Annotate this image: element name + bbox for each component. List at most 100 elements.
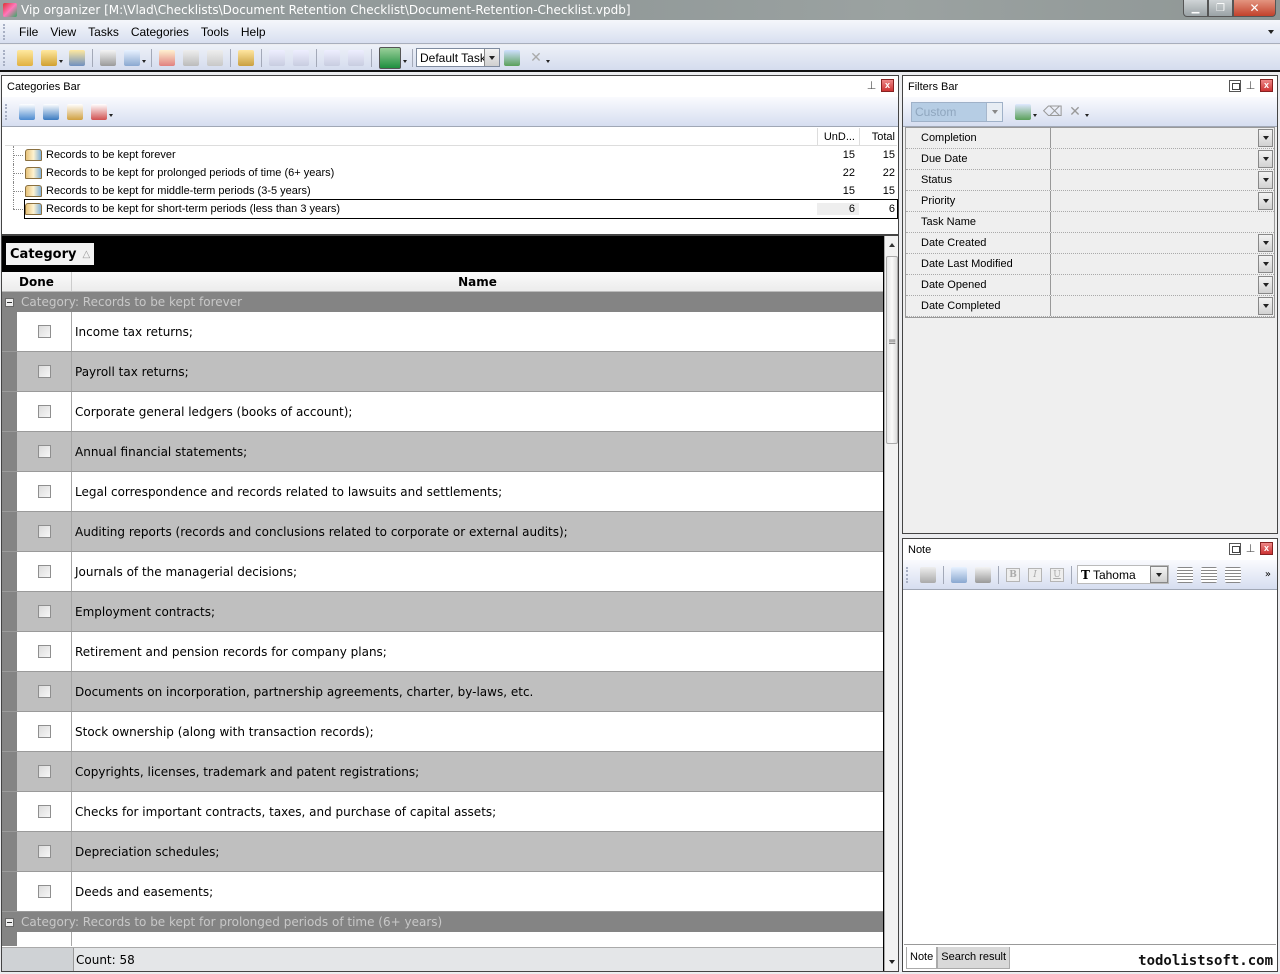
column-done[interactable]: Done xyxy=(2,272,72,291)
move-top-icon[interactable] xyxy=(348,49,364,66)
column-undone[interactable]: UnD... xyxy=(817,128,859,145)
done-checkbox[interactable] xyxy=(37,525,51,538)
task-row[interactable]: Copyrights, licenses, trademark and pate… xyxy=(2,752,883,792)
filter-row[interactable]: Date Completed xyxy=(906,296,1274,317)
categories-toolbar-overflow-icon[interactable] xyxy=(109,114,113,117)
menu-overflow-icon[interactable] xyxy=(1268,30,1274,34)
grid-scrollbar[interactable] xyxy=(884,236,898,971)
print-dropdown-icon[interactable] xyxy=(142,60,146,63)
filter-dropdown[interactable] xyxy=(1258,150,1273,168)
float-panel-icon[interactable] xyxy=(1229,79,1241,92)
category-item[interactable]: Records to be kept for short-term period… xyxy=(13,199,898,219)
handshake-icon[interactable] xyxy=(238,49,254,66)
filter-dropdown[interactable] xyxy=(1258,192,1273,210)
pin-icon[interactable]: ⊥ xyxy=(865,79,878,92)
scroll-down-button[interactable] xyxy=(885,953,898,971)
task-row[interactable]: Income tax returns; xyxy=(2,312,883,352)
italic-button[interactable]: I xyxy=(1028,567,1042,582)
filter-dropdown[interactable] xyxy=(1258,234,1273,252)
align-left-icon[interactable] xyxy=(1177,566,1193,583)
menu-grip[interactable] xyxy=(3,23,7,40)
done-checkbox[interactable] xyxy=(37,605,51,618)
filter-dropdown[interactable] xyxy=(1258,171,1273,189)
pin-icon[interactable]: ⊥ xyxy=(1244,542,1257,555)
group-by-chip[interactable]: Category △ xyxy=(6,243,95,265)
done-checkbox[interactable] xyxy=(37,325,51,338)
filter-value[interactable] xyxy=(1051,275,1274,295)
scroll-thumb[interactable] xyxy=(886,256,898,444)
task-row[interactable]: Depreciation schedules; xyxy=(2,832,883,872)
collapse-icon[interactable] xyxy=(5,297,14,307)
clear-filter-icon[interactable]: ✕ xyxy=(1067,104,1083,120)
filter-value[interactable] xyxy=(1051,254,1274,274)
filter-row[interactable]: Task Name xyxy=(906,212,1274,233)
task-row[interactable]: Legal correspondence and records related… xyxy=(2,472,883,512)
filter-row[interactable]: Priority xyxy=(906,191,1274,212)
task-row-partial[interactable] xyxy=(2,932,883,946)
move-bottom-icon[interactable] xyxy=(324,49,340,66)
group-row[interactable]: Category: Records to be kept forever xyxy=(2,292,883,312)
group-row[interactable]: Category: Records to be kept for prolong… xyxy=(2,912,883,932)
note-editor[interactable] xyxy=(904,591,1276,945)
flag-icon[interactable] xyxy=(379,46,401,69)
filter-row[interactable]: Date Created xyxy=(906,233,1274,254)
filter-row[interactable]: Date Last Modified xyxy=(906,254,1274,275)
overflow-chevron-icon[interactable]: » xyxy=(1265,569,1271,580)
bullet-list-icon[interactable] xyxy=(1225,566,1241,583)
filter-dropdown[interactable] xyxy=(1258,297,1273,315)
filter-value[interactable] xyxy=(1051,149,1274,169)
view-combo[interactable]: Default Task xyxy=(416,48,500,67)
task-row[interactable]: Payroll tax returns; xyxy=(2,352,883,392)
toolbar-grip[interactable] xyxy=(3,49,7,66)
scroll-up-button[interactable] xyxy=(885,236,898,254)
properties-icon[interactable] xyxy=(207,49,223,66)
align-center-icon[interactable] xyxy=(1201,566,1217,583)
done-checkbox[interactable] xyxy=(37,725,51,738)
flag-dropdown-icon[interactable] xyxy=(403,60,407,63)
menu-tools[interactable]: Tools xyxy=(195,25,235,39)
task-row[interactable]: Checks for important contracts, taxes, a… xyxy=(2,792,883,832)
note-link-icon[interactable] xyxy=(920,566,936,583)
save-database-icon[interactable] xyxy=(69,49,85,66)
menu-file[interactable]: File xyxy=(13,25,44,39)
delete-view-icon[interactable]: ✕ xyxy=(528,50,544,66)
filter-row[interactable]: Due Date xyxy=(906,149,1274,170)
add-category-icon[interactable] xyxy=(19,103,35,120)
note-print-preview-icon[interactable] xyxy=(951,566,967,583)
app-icon[interactable] xyxy=(3,3,17,17)
filter-preset-combo[interactable]: Custom xyxy=(911,101,1003,122)
task-row[interactable]: Employment contracts; xyxy=(2,592,883,632)
task-row[interactable]: Retirement and pension records for compa… xyxy=(2,632,883,672)
edit-category-icon[interactable] xyxy=(67,103,83,120)
done-checkbox[interactable] xyxy=(37,845,51,858)
restore-button[interactable]: ❐ xyxy=(1208,0,1233,17)
done-checkbox[interactable] xyxy=(37,405,51,418)
move-up-icon[interactable] xyxy=(293,49,309,66)
open-database-icon[interactable] xyxy=(17,49,33,66)
float-panel-icon[interactable] xyxy=(1229,542,1241,555)
toolbar-overflow-icon[interactable] xyxy=(546,60,550,63)
new-task-icon[interactable] xyxy=(159,49,175,66)
menu-view[interactable]: View xyxy=(44,25,82,39)
close-panel-icon[interactable]: x xyxy=(881,79,894,92)
done-checkbox[interactable] xyxy=(37,365,51,378)
filter-value[interactable] xyxy=(1051,233,1274,253)
print-icon[interactable] xyxy=(100,49,116,66)
category-item[interactable]: Records to be kept forever 15 15 xyxy=(5,146,897,164)
apply-filter-icon[interactable] xyxy=(1015,103,1031,120)
done-checkbox[interactable] xyxy=(37,445,51,458)
filter-value[interactable] xyxy=(1051,128,1274,148)
done-checkbox[interactable] xyxy=(37,885,51,898)
filter-value[interactable] xyxy=(1051,191,1274,211)
apply-filter-dropdown-icon[interactable] xyxy=(1033,114,1037,117)
close-panel-icon[interactable]: x xyxy=(1260,542,1273,555)
font-dropdown[interactable] xyxy=(1150,566,1168,583)
done-checkbox[interactable] xyxy=(37,645,51,658)
done-checkbox[interactable] xyxy=(37,765,51,778)
minimize-button[interactable]: ▁ xyxy=(1183,0,1208,17)
delete-category-icon[interactable] xyxy=(91,103,107,120)
filter-dropdown[interactable] xyxy=(1258,276,1273,294)
categories-toolbar-grip[interactable] xyxy=(5,103,9,120)
font-combo[interactable]: T Tahoma xyxy=(1077,565,1169,584)
filter-value[interactable] xyxy=(1051,170,1274,190)
